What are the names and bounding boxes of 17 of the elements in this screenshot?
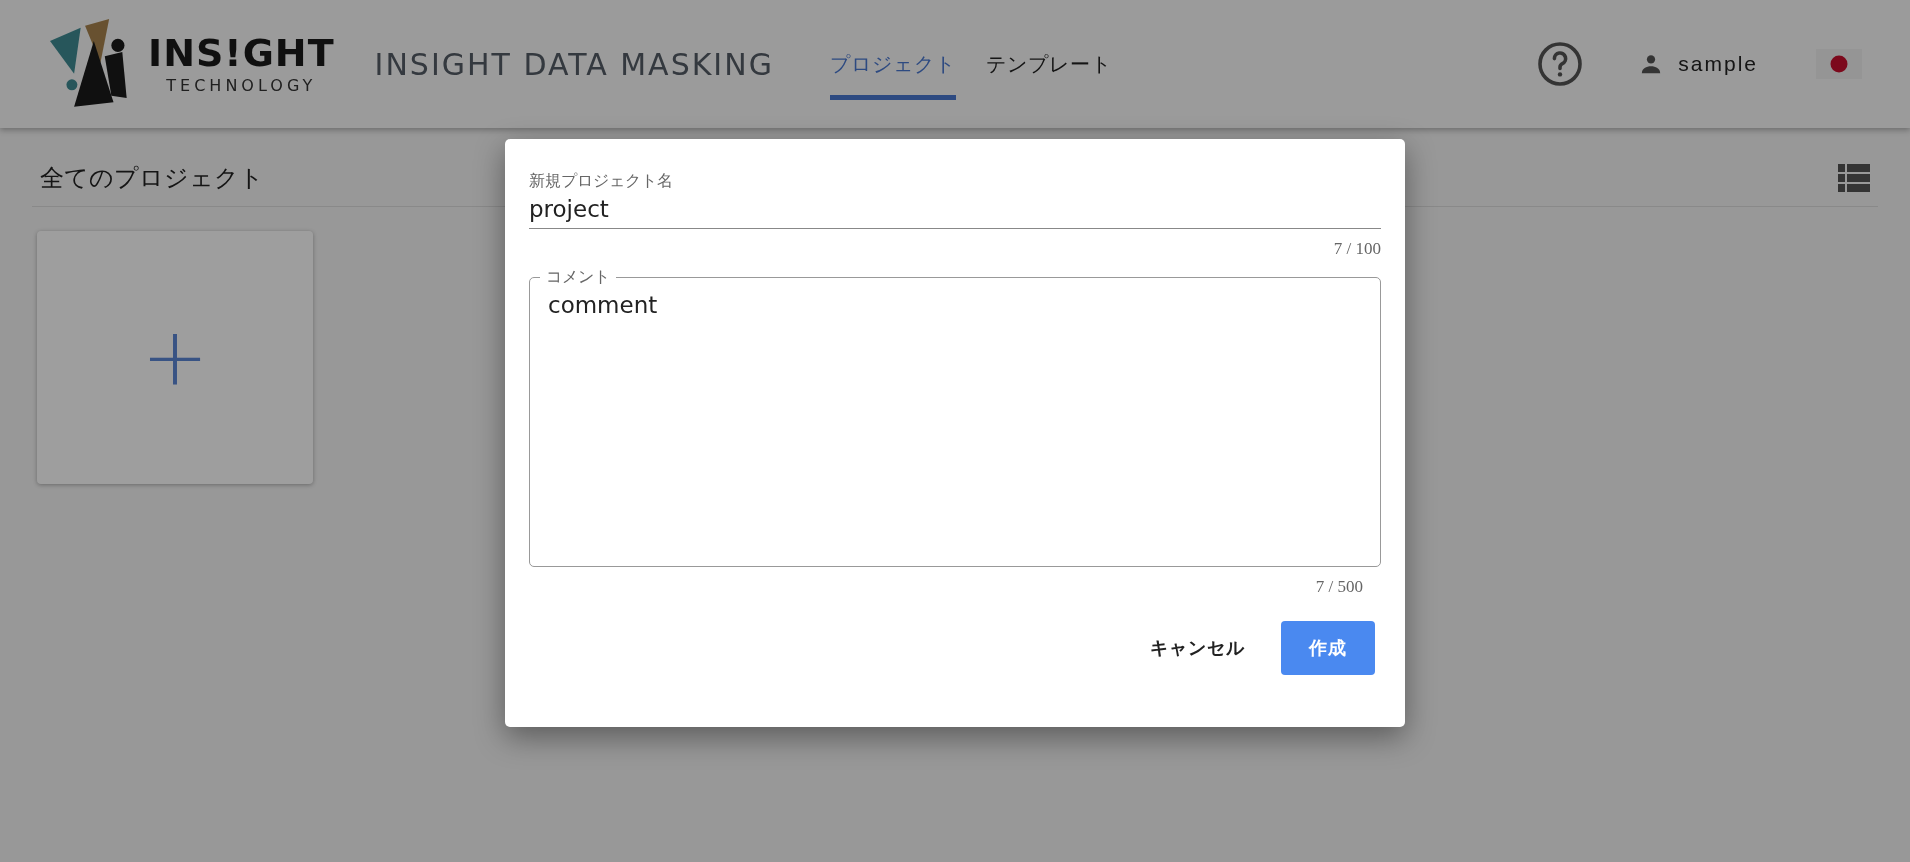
character-counter: 7 / 100	[1333, 239, 1381, 259]
logo-name: INS!GHT	[148, 33, 335, 72]
logo-subtitle: TECHNOLOGY	[166, 75, 317, 95]
help-icon[interactable]	[1536, 40, 1585, 88]
user-menu[interactable]: sample	[1640, 52, 1758, 76]
create-button[interactable]: 作成	[1281, 621, 1375, 675]
cancel-button[interactable]: キャンセル	[1138, 621, 1257, 675]
nav-tab[interactable]: テンプレート	[985, 28, 1112, 100]
list-view-icon[interactable]	[1838, 164, 1870, 192]
app-title: INSIGHT DATA MASKING	[374, 46, 774, 82]
language-flag-icon[interactable]	[1816, 49, 1862, 79]
person-icon	[1640, 53, 1663, 75]
page-title: 全てのプロジェクト	[40, 163, 264, 194]
character-counter: 7 / 500	[1315, 577, 1363, 597]
project-name-field[interactable]: project	[529, 192, 1381, 229]
field-label: コメント	[545, 267, 611, 288]
field-label: 新規プロジェクト名	[529, 171, 674, 192]
